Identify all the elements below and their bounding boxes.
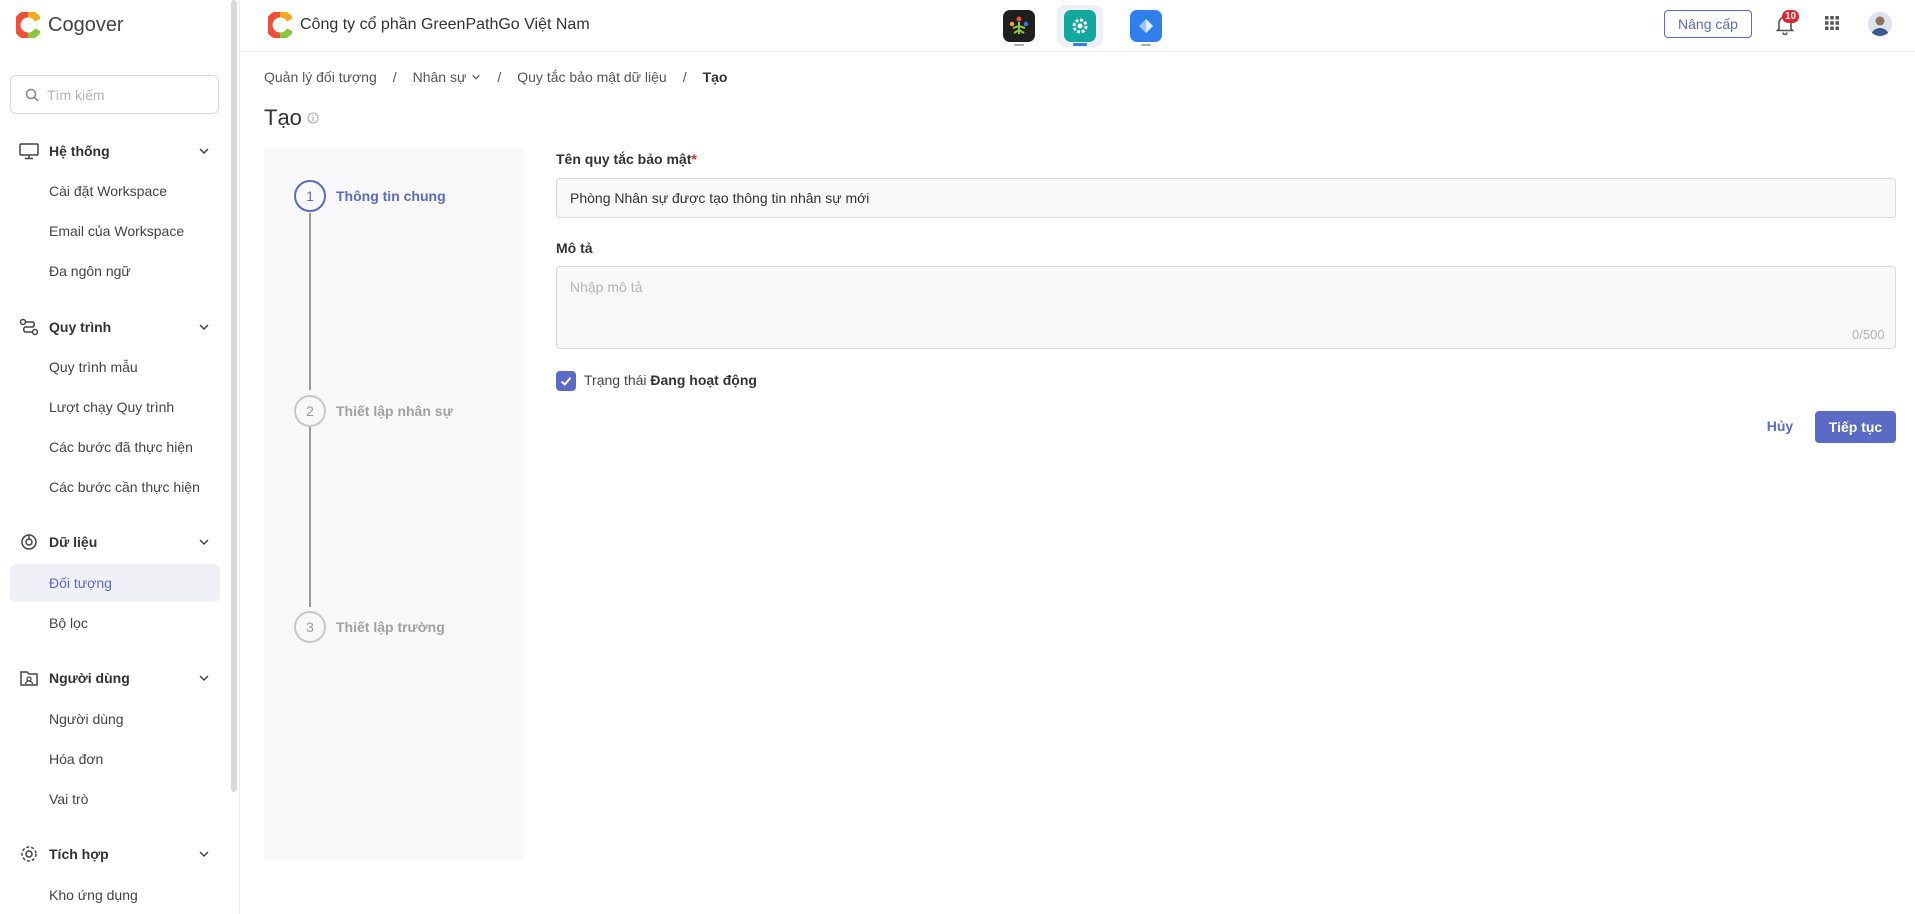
check-icon bbox=[560, 377, 572, 386]
chevron-down-icon bbox=[199, 324, 209, 331]
sidebar-scrollbar[interactable] bbox=[231, 0, 237, 792]
step-number: 1 bbox=[294, 180, 326, 212]
continue-button[interactable]: Tiếp tục bbox=[1815, 411, 1896, 443]
sidebar-item-da-ngon-ngu[interactable]: Đa ngôn ngữ bbox=[10, 252, 220, 290]
step-connector bbox=[309, 213, 311, 390]
step-thong-tin-chung[interactable]: 1 Thông tin chung bbox=[294, 180, 446, 212]
notification-badge: 10 bbox=[1782, 10, 1800, 23]
sidebar-group-label: Hệ thống bbox=[49, 143, 110, 159]
breadcrumb-item-quy-tac-bao-mat[interactable]: Quy tắc bảo mật dữ liệu bbox=[517, 69, 666, 85]
rule-name-input[interactable] bbox=[556, 178, 1896, 218]
sidebar-item-quy-trinh-mau[interactable]: Quy trình mẫu bbox=[10, 348, 220, 386]
sidebar-item-luot-chay-quy-trinh[interactable]: Lượt chạy Quy trình bbox=[10, 388, 220, 426]
page-title: Tạo bbox=[264, 105, 319, 131]
monitor-icon bbox=[19, 143, 39, 160]
required-mark: * bbox=[691, 151, 697, 167]
sidebar-group-du-lieu[interactable]: Dữ liệu bbox=[0, 522, 230, 562]
sidebar-group-quy-trinh[interactable]: Quy trình bbox=[0, 307, 230, 347]
sidebar-group-tich-hop[interactable]: Tích hợp bbox=[0, 834, 230, 874]
company-switcher[interactable]: Công ty cổ phần GreenPathGo Việt Nam bbox=[268, 12, 590, 38]
sidebar-item-email-workspace[interactable]: Email của Workspace bbox=[10, 212, 220, 250]
step-number: 3 bbox=[294, 611, 326, 643]
app-switch-people[interactable] bbox=[996, 5, 1042, 47]
integration-icon bbox=[21, 846, 37, 862]
sidebar-group-label: Tích hợp bbox=[49, 846, 109, 862]
breadcrumb-item-nhan-su[interactable]: Nhân sự bbox=[413, 69, 482, 85]
step-thiet-lap-truong[interactable]: 3 Thiết lập trường bbox=[294, 611, 445, 643]
info-icon[interactable] bbox=[307, 112, 319, 124]
settings-app-icon bbox=[1064, 10, 1096, 42]
breadcrumb-separator: / bbox=[497, 69, 502, 85]
apps-grid-icon[interactable] bbox=[1824, 15, 1840, 31]
app-switch-settings[interactable] bbox=[1057, 5, 1103, 47]
sidebar-item-cac-buoc-can-thuc-hien[interactable]: Các bước cần thực hiện bbox=[10, 468, 220, 506]
sidebar-item-bo-loc[interactable]: Bộ lọc bbox=[10, 604, 220, 642]
breadcrumb-separator: / bbox=[392, 69, 397, 85]
status-prefix: Trạng thái bbox=[584, 372, 647, 388]
sidebar-item-doi-tuong[interactable]: Đối tượng bbox=[10, 564, 220, 602]
sidebar-item-nguoi-dung[interactable]: Người dùng bbox=[10, 700, 220, 738]
sidebar-search[interactable] bbox=[10, 75, 219, 114]
description-textarea[interactable] bbox=[556, 266, 1896, 349]
app-indicator bbox=[1073, 43, 1087, 46]
step-thiet-lap-nhan-su[interactable]: 2 Thiết lập nhân sự bbox=[294, 395, 453, 427]
top-bar: Công ty cổ phần GreenPathGo Việt Nam Nân… bbox=[240, 0, 1915, 52]
sidebar-group-nguoi-dung[interactable]: Người dùng bbox=[0, 658, 230, 698]
app-name: Cogover bbox=[48, 13, 124, 36]
sidebar-item-hoa-don[interactable]: Hóa đơn bbox=[10, 740, 220, 778]
step-label: Thiết lập nhân sự bbox=[336, 403, 453, 419]
search-input[interactable] bbox=[47, 86, 207, 103]
company-logo-icon bbox=[268, 12, 292, 38]
cogover-logo-icon bbox=[16, 12, 40, 38]
app-indicator bbox=[1141, 44, 1151, 46]
avatar[interactable] bbox=[1868, 12, 1892, 36]
company-name: Công ty cổ phần GreenPathGo Việt Nam bbox=[300, 16, 590, 33]
chevron-down-icon bbox=[199, 675, 209, 682]
upgrade-button[interactable]: Nâng cấp bbox=[1664, 10, 1752, 38]
step-number: 2 bbox=[294, 395, 326, 427]
sidebar-group-he-thong[interactable]: Hệ thống bbox=[0, 131, 230, 171]
rule-name-label-text: Tên quy tắc bảo mật bbox=[556, 151, 692, 167]
cancel-button[interactable]: Hủy bbox=[1754, 411, 1806, 441]
sidebar: Cogover Hệ thống Cài đặt Workspace Email… bbox=[0, 0, 240, 914]
people-tree-app-icon bbox=[1003, 10, 1035, 42]
app-logo[interactable]: Cogover bbox=[16, 12, 124, 38]
chevron-down-icon bbox=[199, 851, 209, 858]
breadcrumb: Quản lý đối tượng / Nhân sự / Quy tắc bả… bbox=[264, 69, 727, 85]
user-folder-icon bbox=[20, 671, 38, 686]
steps-panel bbox=[264, 149, 524, 859]
data-icon bbox=[21, 534, 37, 550]
search-icon bbox=[25, 88, 39, 102]
breadcrumb-item-label: Nhân sự bbox=[412, 69, 467, 85]
sidebar-group-label: Người dùng bbox=[49, 670, 130, 686]
workflow-icon bbox=[19, 318, 39, 336]
sidebar-item-vai-tro[interactable]: Vai trò bbox=[10, 780, 220, 818]
chevron-down-icon bbox=[472, 74, 481, 80]
description-char-counter: 0/500 bbox=[1852, 327, 1885, 342]
breadcrumb-separator: / bbox=[682, 69, 687, 85]
sidebar-item-cai-dat-workspace[interactable]: Cài đặt Workspace bbox=[10, 172, 220, 210]
status-value: Đang hoạt động bbox=[650, 372, 757, 388]
sidebar-item-kho-ung-dung[interactable]: Kho ứng dụng bbox=[10, 876, 220, 914]
chevron-down-icon bbox=[199, 148, 209, 155]
description-label: Mô tả bbox=[556, 240, 593, 256]
status-checkbox-label[interactable]: Trạng thái Đang hoạt động bbox=[584, 372, 757, 388]
sidebar-group-label: Quy trình bbox=[49, 319, 112, 335]
chevron-down-icon bbox=[199, 539, 209, 546]
diamond-app-icon bbox=[1130, 10, 1162, 42]
step-label: Thông tin chung bbox=[336, 188, 446, 204]
sidebar-group-label: Dữ liệu bbox=[49, 534, 98, 550]
rule-name-label: Tên quy tắc bảo mật* bbox=[556, 151, 697, 167]
app-switch-diamond[interactable] bbox=[1123, 5, 1169, 47]
step-label: Thiết lập trường bbox=[336, 619, 445, 635]
sidebar-item-cac-buoc-da-thuc-hien[interactable]: Các bước đã thực hiện bbox=[10, 428, 220, 466]
status-checkbox[interactable] bbox=[556, 371, 576, 391]
step-connector bbox=[309, 427, 311, 607]
breadcrumb-item-quan-ly-doi-tuong[interactable]: Quản lý đối tượng bbox=[264, 69, 377, 85]
page-title-text: Tạo bbox=[264, 105, 302, 130]
breadcrumb-item-current: Tạo bbox=[702, 69, 728, 85]
app-indicator bbox=[1014, 44, 1024, 46]
